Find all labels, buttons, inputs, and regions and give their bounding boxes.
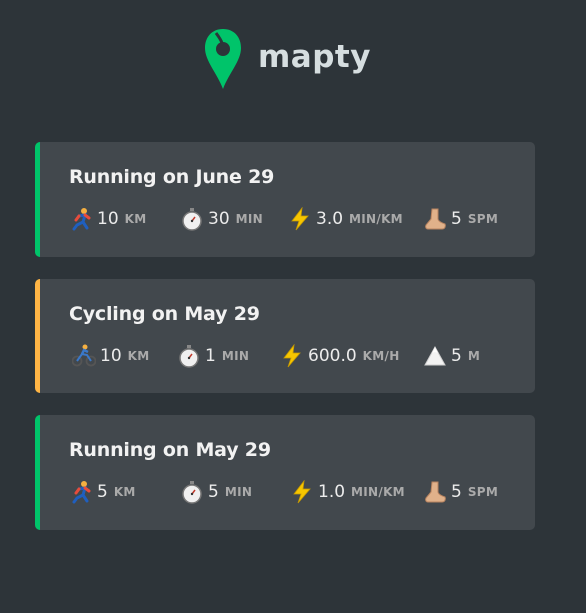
workout-card[interactable]: Running on June 29 10 km 30 min 3.0 [35,142,535,257]
workout-duration: 30 min [180,207,263,231]
workout-duration: 5 min [180,480,252,504]
duration-value: 30 [208,209,230,229]
cadence-unit: spm [467,212,499,226]
mountain-icon [423,344,447,368]
duration-unit: min [221,349,250,363]
workout-title: Cycling on May 29 [69,303,260,325]
duration-value: 5 [208,482,219,502]
lightning-icon [288,207,312,231]
distance-unit: km [127,349,150,363]
pace-unit: min/km [351,485,405,499]
elevation-value: 5 [451,346,462,366]
workout-card[interactable]: Running on May 29 5 km 5 min 1.0 [35,415,535,530]
cadence-unit: spm [467,485,499,499]
stopwatch-icon [177,344,201,368]
workout-cadence: 5 spm [423,207,498,231]
distance-unit: km [113,485,136,499]
workout-pace: 1.0 min/km [290,480,405,504]
cyclist-icon [72,344,96,368]
speed-unit: km/h [362,349,400,363]
cadence-value: 5 [451,482,462,502]
workout-title: Running on May 29 [69,439,271,461]
runner-icon [69,480,93,504]
map-pin-icon [203,27,243,91]
workout-distance: 5 km [69,480,136,504]
workout-title: Running on June 29 [69,166,275,188]
lightning-icon [280,344,304,368]
pace-value: 1.0 [318,482,346,502]
workout-pace: 3.0 min/km [288,207,403,231]
logo-text: mapty [258,39,371,75]
sidebar: mapty Running on June 29 10 km 30 min [0,0,586,613]
footprint-icon [423,207,447,231]
pace-value: 3.0 [316,209,344,229]
duration-unit: min [235,212,263,226]
workout-list: Running on June 29 10 km 30 min 3.0 [35,142,535,552]
distance-value: 5 [97,482,108,502]
workout-cadence: 5 spm [423,480,498,504]
cadence-value: 5 [451,209,462,229]
distance-value: 10 [100,346,122,366]
elevation-unit: m [467,349,481,363]
lightning-icon [290,480,314,504]
footprint-icon [423,480,447,504]
workout-duration: 1 min [177,344,249,368]
duration-value: 1 [205,346,216,366]
workout-card[interactable]: Cycling on May 29 10 km 1 min 600.0 [35,279,535,393]
workout-elevation: 5 m [423,344,480,368]
runner-icon [69,207,93,231]
workout-distance: 10 km [69,207,146,231]
distance-unit: km [124,212,147,226]
workout-speed: 600.0 km/h [280,344,400,368]
stopwatch-icon [180,480,204,504]
speed-value: 600.0 [308,346,357,366]
duration-unit: min [224,485,253,499]
app-logo: mapty [203,27,371,91]
distance-value: 10 [97,209,119,229]
stopwatch-icon [180,207,204,231]
workout-distance: 10 km [72,344,149,368]
pace-unit: min/km [349,212,403,226]
